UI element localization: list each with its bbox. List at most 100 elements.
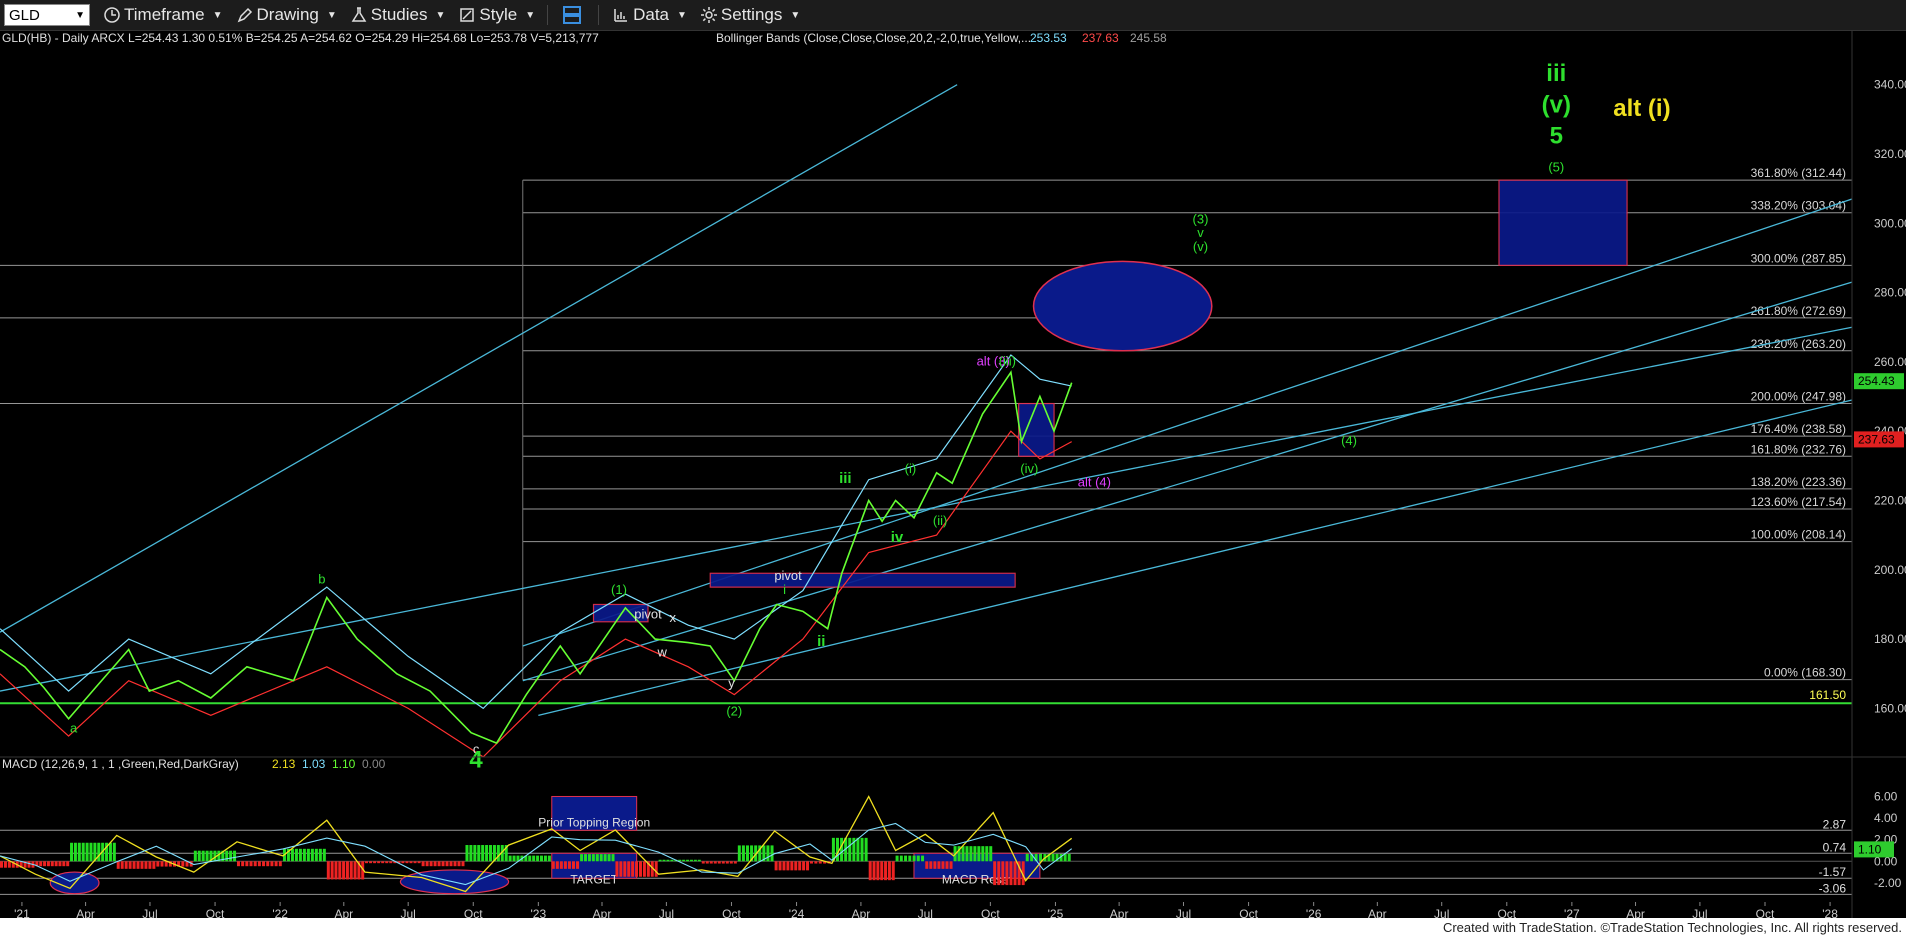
- macd-histogram-bar: [615, 861, 619, 877]
- macd-annotation-label: TARGET: [570, 872, 618, 886]
- macd-histogram-bar: [809, 861, 813, 864]
- style-icon: [460, 8, 475, 22]
- macd-histogram-bar: [860, 837, 864, 862]
- x-tick-label: Apr: [852, 907, 871, 918]
- wave-label: alt (i): [1613, 95, 1670, 122]
- macd-line: [0, 795, 1073, 893]
- macd-histogram-bar: [377, 861, 381, 864]
- wave-label: (4): [1341, 433, 1357, 448]
- wave-label: (i): [905, 461, 917, 476]
- x-tick-label: Oct: [1497, 907, 1516, 918]
- x-tick-label: Jul: [401, 907, 416, 918]
- macd-histogram-bar: [766, 845, 770, 862]
- wave-label: b: [318, 572, 325, 587]
- toolbar-divider: [547, 5, 549, 25]
- macd-histogram-bar: [278, 861, 282, 867]
- timeframe-menu[interactable]: Timeframe ▼: [104, 5, 223, 25]
- macd-value: 2.13: [272, 757, 296, 771]
- macd-histogram-bar: [770, 845, 774, 862]
- trend-channel-line: [0, 84, 958, 633]
- macd-histogram-bar: [961, 846, 965, 862]
- wave-label: y: [728, 676, 735, 691]
- macd-histogram-bar: [884, 861, 888, 881]
- data-label: Data: [633, 5, 670, 24]
- macd-histogram-bar: [108, 842, 112, 862]
- x-tick-label: Oct: [981, 907, 1000, 918]
- macd-histogram-bar: [369, 861, 373, 864]
- macd-histogram-bar: [933, 861, 937, 869]
- bb-lower-line: [0, 430, 1072, 758]
- macd-histogram-bar: [627, 861, 631, 877]
- macd-histogram-bar: [58, 861, 62, 867]
- macd-last-label: 1.10: [1858, 842, 1882, 856]
- macd-histogram-bar: [876, 861, 880, 881]
- symbol-selector[interactable]: GLD ▼: [4, 4, 90, 26]
- x-tick-label: Jul: [1692, 907, 1707, 918]
- macd-histogram-bar: [584, 854, 588, 862]
- macd-histogram-bar: [257, 861, 261, 867]
- macd-histogram-bar: [3, 861, 7, 868]
- macd-signal-value: 1.03: [302, 757, 326, 771]
- studies-label: Studies: [370, 5, 428, 24]
- macd-histogram-bar: [112, 842, 116, 862]
- macd-histogram-bar: [457, 861, 461, 867]
- style-menu[interactable]: Style ▼: [459, 5, 535, 25]
- macd-histogram-bar: [181, 861, 185, 867]
- macd-histogram-bar: [543, 855, 547, 862]
- macd-histogram-bar: [662, 859, 666, 862]
- x-tick-label: Oct: [1239, 907, 1258, 918]
- macd-histogram-bar: [921, 855, 925, 862]
- macd-histogram-bar: [941, 861, 945, 869]
- chart-area[interactable]: 160.00180.00200.00220.00240.00260.00280.…: [0, 30, 1906, 918]
- macd-histogram-bar: [445, 861, 449, 867]
- support-line-label: 161.50: [1809, 688, 1846, 702]
- x-tick-label: Oct: [1756, 907, 1775, 918]
- macd-histogram-bar: [540, 855, 544, 862]
- data-menu[interactable]: Data ▼: [613, 5, 687, 25]
- wave-label: w: [656, 644, 667, 659]
- settings-menu[interactable]: Settings ▼: [700, 5, 800, 25]
- macd-level-label: -1.57: [1819, 865, 1847, 879]
- toolbar: GLD ▼ Timeframe ▼ Drawing ▼ Studies ▼ Style…: [0, 0, 1906, 31]
- fib-level-label: 138.20% (223.36): [1751, 475, 1846, 489]
- studies-menu[interactable]: Studies ▼: [351, 5, 446, 25]
- macd-histogram-bar: [465, 845, 469, 862]
- drawing-menu[interactable]: Drawing ▼: [237, 5, 337, 25]
- wave-label: (1): [611, 582, 627, 597]
- fib-level-label: 300.00% (287.85): [1751, 251, 1846, 265]
- macd-histogram-bar: [591, 854, 595, 862]
- macd-histogram-bar: [201, 850, 205, 862]
- fib-level-label: 0.00% (168.30): [1764, 666, 1846, 680]
- x-tick-label: Apr: [593, 907, 612, 918]
- macd-histogram-bar: [717, 861, 721, 864]
- caret-down-icon: ▼: [435, 9, 446, 21]
- macd-histogram-bar: [555, 861, 559, 869]
- macd-histogram-bar: [693, 859, 697, 862]
- layout-button[interactable]: [562, 5, 586, 25]
- macd-histogram-bar: [306, 848, 310, 862]
- bar-chart-icon: [614, 9, 628, 22]
- macd-histogram-bar: [551, 861, 555, 869]
- macd-histogram-bar: [124, 861, 128, 869]
- macd-histogram-bar: [547, 855, 551, 862]
- macd-histogram-bar: [587, 854, 591, 862]
- macd-histogram-bar: [485, 845, 489, 862]
- wave-label: (v): [1193, 239, 1208, 254]
- x-tick-label: Jul: [659, 907, 674, 918]
- last-price-label: 254.43: [1858, 374, 1895, 388]
- wave-label: v: [1197, 225, 1204, 240]
- macd-histogram-bar: [993, 861, 997, 886]
- macd-histogram-bar: [116, 861, 120, 869]
- macd-histogram-bar: [453, 861, 457, 867]
- macd-histogram-bar: [997, 861, 1001, 886]
- macd-histogram-bar: [385, 861, 389, 864]
- macd-histogram-bar: [353, 861, 357, 880]
- macd-histogram-bar: [342, 861, 346, 880]
- price-panel: 160.00180.00200.00220.00240.00260.00280.…: [0, 60, 1906, 773]
- macd-histogram-bar: [437, 861, 441, 867]
- macd-histogram-bar: [27, 861, 31, 868]
- macd-histogram-bar: [508, 855, 512, 862]
- macd-signal-line: [0, 822, 1073, 886]
- macd-histogram-bar: [989, 846, 993, 862]
- macd-histogram-bar: [868, 861, 872, 881]
